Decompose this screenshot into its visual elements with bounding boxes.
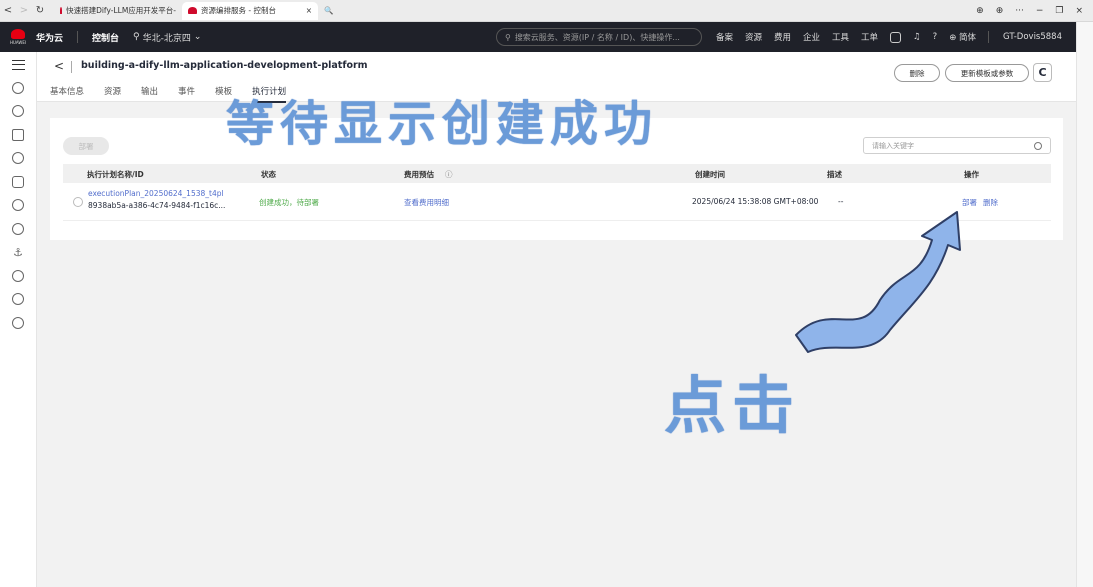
table-row: executionPlan_20250624_1538_t4pl 8938ab5… <box>63 183 1051 221</box>
language-label: 简体 <box>959 33 977 43</box>
nav-link-enterprise[interactable]: 企业 <box>803 31 820 43</box>
help-icon[interactable]: ? <box>933 32 938 42</box>
nav-link-filing[interactable]: 备案 <box>716 31 733 43</box>
browser-tab-bar: < > ↻ 快速搭建Dify-LLM应用开发平台- 资源编排服务 - 控制台 ×… <box>0 0 1093 22</box>
scrollbar[interactable] <box>1076 22 1093 587</box>
search-placeholder: 搜索云服务、资源(IP / 名称 / ID)、快捷操作... <box>514 32 680 42</box>
logo-text: HUAWEI <box>9 40 27 45</box>
annotation-wait-text: 等待显示创建成功 <box>226 96 659 152</box>
keyword-search-input[interactable]: 请输入关键字 <box>863 137 1051 154</box>
browser-tab-label: 快速搭建Dify-LLM应用开发平台- <box>66 6 176 15</box>
brand-name[interactable]: 华为云 <box>36 31 63 44</box>
divider <box>77 31 79 43</box>
region-selector[interactable]: ⚲ 华北-北京四 ⌄ <box>133 31 201 44</box>
database-icon[interactable] <box>12 175 24 188</box>
search-icon[interactable] <box>1034 141 1042 150</box>
tab-events[interactable]: 事件 <box>178 85 195 103</box>
search-icon: ⚲ <box>504 32 511 42</box>
divider <box>988 31 990 43</box>
cloud-service-icon[interactable] <box>12 152 24 164</box>
global-search-input[interactable]: ⚲ 搜索云服务、资源(IP / 名称 / ID)、快捷操作... <box>495 28 702 46</box>
browser-tab-rfs[interactable]: 资源编排服务 - 控制台 × <box>182 1 318 20</box>
close-icon[interactable]: × <box>1075 6 1083 16</box>
deploy-button[interactable]: 部署 <box>63 137 109 155</box>
menu-icon[interactable] <box>11 60 25 70</box>
nav-link-tools[interactable]: 工具 <box>832 31 849 43</box>
cloud-service-icon[interactable] <box>12 105 24 117</box>
browser-tab-label: 资源编排服务 - 控制台 <box>201 6 276 15</box>
cloud-service-icon[interactable] <box>12 128 24 141</box>
tab-close-icon[interactable]: × <box>306 6 312 15</box>
status-text: 创建成功，待部署 <box>259 198 319 207</box>
more-icon[interactable]: ··· <box>1015 6 1024 16</box>
column-header: 费用预估 <box>404 170 434 179</box>
huawei-favicon-icon <box>188 7 197 14</box>
plan-name-link[interactable]: executionPlan_20250624_1538_t4pl <box>88 189 224 198</box>
language-selector[interactable]: ⊕ 简体 <box>949 31 976 43</box>
update-template-button[interactable]: 更新模板或参数 <box>945 64 1029 82</box>
user-account[interactable]: GT-Dovis5884 <box>1003 32 1062 42</box>
cloud-service-icon[interactable] <box>12 81 24 94</box>
browser-reload-icon[interactable]: ↻ <box>32 5 48 16</box>
huawei-logo[interactable]: HUAWEI <box>0 22 36 52</box>
bell-icon[interactable]: ♫ <box>913 32 921 42</box>
cost-details-link[interactable]: 查看费用明细 <box>404 197 449 208</box>
created-time: 2025/06/24 15:38:08 GMT+08:00 <box>692 197 819 206</box>
minimize-icon[interactable]: − <box>1036 6 1044 16</box>
cloud-service-icon[interactable] <box>12 199 24 211</box>
divider <box>71 61 72 73</box>
download-icon[interactable]: ⊕ <box>976 6 984 16</box>
huawei-favicon-icon <box>60 7 63 14</box>
huawei-flower-icon <box>11 29 25 39</box>
column-header: 创建时间 <box>695 170 725 179</box>
cluster-icon[interactable] <box>12 293 24 305</box>
restore-icon[interactable]: ❐ <box>1055 6 1063 16</box>
help-icon[interactable]: ⓘ <box>445 169 453 180</box>
cloud-service-icon[interactable] <box>12 269 24 282</box>
search-placeholder: 请输入关键字 <box>872 141 914 150</box>
console-link[interactable]: 控制台 <box>92 31 119 44</box>
column-header: 描述 <box>827 170 842 179</box>
search-icon: 🔍 <box>324 6 334 15</box>
anchor-icon[interactable]: ⚓ <box>12 246 24 259</box>
browser-forward-icon[interactable]: > <box>16 5 32 16</box>
column-header: 操作 <box>964 170 979 179</box>
globe-icon[interactable] <box>12 316 24 329</box>
delete-stack-button[interactable]: 删除 <box>894 64 940 82</box>
service-sidebar: ⚓ <box>0 52 37 587</box>
cloud-service-icon[interactable] <box>12 222 24 235</box>
annotation-click-text: 点击 <box>664 369 801 442</box>
refresh-button[interactable]: C <box>1033 63 1052 82</box>
nav-link-tickets[interactable]: 工单 <box>861 31 878 43</box>
globe-icon[interactable]: ⊕ <box>996 6 1004 16</box>
description: -- <box>838 197 844 206</box>
tab-outputs[interactable]: 输出 <box>141 85 158 103</box>
deploy-link[interactable]: 部署 <box>962 197 977 208</box>
tab-resources[interactable]: 资源 <box>104 85 121 103</box>
region-label: 华北-北京四 <box>142 33 191 44</box>
nav-link-billing[interactable]: 费用 <box>774 31 791 43</box>
top-navigation: HUAWEI 华为云 控制台 ⚲ 华北-北京四 ⌄ ⚲ 搜索云服务、资源(IP … <box>0 22 1076 52</box>
page-title: building-a-dify-llm-application-developm… <box>81 60 368 71</box>
plan-id: 8938ab5a-a386-4c74-9484-f1c16c... <box>88 201 226 210</box>
row-select-radio[interactable] <box>73 197 83 207</box>
table-header: 执行计划名称/ID 状态 费用预估 ⓘ 创建时间 描述 操作 <box>63 164 1051 183</box>
tab-basic-info[interactable]: 基本信息 <box>50 85 84 103</box>
nav-link-resources[interactable]: 资源 <box>745 31 762 43</box>
location-pin-icon: ⚲ <box>133 32 140 42</box>
browser-tab-dify[interactable]: 快速搭建Dify-LLM应用开发平台- <box>54 2 182 20</box>
column-header: 执行计划名称/ID <box>87 170 144 179</box>
browser-tab-search[interactable]: 🔍 <box>318 2 339 20</box>
cloud-shell-icon[interactable] <box>890 31 902 43</box>
browser-back-icon[interactable]: < <box>0 5 16 16</box>
column-header: 状态 <box>261 170 276 179</box>
delete-link[interactable]: 删除 <box>983 197 998 208</box>
back-icon[interactable]: < <box>54 59 64 73</box>
chevron-down-icon: ⌄ <box>193 32 202 42</box>
